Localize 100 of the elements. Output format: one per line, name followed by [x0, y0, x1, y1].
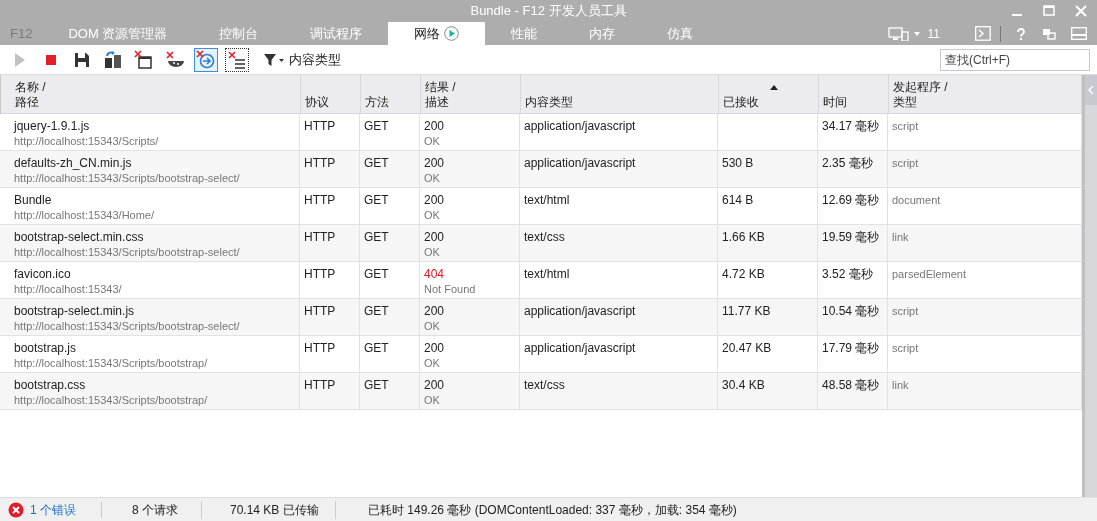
table-cell-text: GET: [364, 303, 390, 319]
tab[interactable]: 网络: [388, 22, 486, 45]
table-cell-text: GET: [364, 229, 390, 245]
status-text: OK: [424, 393, 441, 407]
status-text: OK: [424, 245, 441, 259]
file-path: http://localhost:15343/Scripts/bootstrap/: [14, 393, 209, 407]
column-header[interactable]: 已接收: [723, 95, 759, 110]
filter-icon: [263, 52, 285, 67]
file-name: bootstrap.css: [14, 377, 87, 393]
caret-icon: [913, 31, 920, 36]
maximize-icon[interactable]: [1043, 5, 1055, 17]
file-name: bootstrap-select.min.js: [14, 303, 136, 319]
recording-icon: [444, 26, 460, 41]
table-cell-text: 19.59 毫秒: [822, 229, 881, 245]
content-type-filter[interactable]: 内容类型: [263, 49, 341, 70]
table-cell-text: 4.72 KB: [722, 266, 766, 282]
search-field[interactable]: 查找(Ctrl+F): [940, 48, 1090, 71]
table-cell-text: text/css: [524, 377, 566, 393]
table-cell-text: HTTP: [304, 340, 337, 356]
table-cell-text: HTTP: [304, 303, 337, 319]
table-cell-text: text/html: [524, 192, 571, 208]
status-code: 200: [424, 229, 446, 245]
status-text: OK: [424, 208, 441, 222]
file-name: favicon.ico: [14, 266, 72, 282]
table-cell-text: document: [892, 193, 942, 208]
table-cell-text: HTTP: [304, 266, 337, 282]
table-cell-text: 30.4 KB: [722, 377, 766, 393]
sort-arrow-icon: [770, 85, 778, 90]
table-cell-text: 3.52 毫秒: [822, 266, 874, 282]
table-cell-text: HTTP: [304, 377, 337, 393]
file-path: http://localhost:15343/Scripts/bootstrap-select/: [14, 319, 241, 333]
transferred-size: 70.14 KB 已传输: [202, 500, 336, 519]
column-header[interactable]: 方法: [365, 95, 389, 110]
table-cell-text: script: [892, 304, 920, 319]
table-cell-text: script: [892, 119, 920, 134]
status-text: OK: [424, 319, 441, 333]
table-cell-text: parsedElement: [892, 267, 967, 282]
table-cell-text: 1.66 KB: [722, 229, 766, 245]
status-text: OK: [424, 134, 441, 148]
file-name: Bundle: [14, 192, 53, 208]
table-cell-text: HTTP: [304, 118, 337, 134]
table-cell-text: link: [892, 378, 910, 393]
table-cell-text: 34.17 毫秒: [822, 118, 881, 134]
status-code: 404: [424, 266, 446, 282]
column-header[interactable]: 内容类型: [525, 95, 573, 110]
status-code: 200: [424, 377, 446, 393]
table-cell-text: application/javascript: [524, 118, 637, 134]
status-code: 200: [424, 340, 446, 356]
table-cell-text: GET: [364, 340, 390, 356]
table-cell-text: 614 B: [722, 192, 755, 208]
table-cell-text: 48.58 毫秒: [822, 377, 881, 393]
file-path: http://localhost:15343/Scripts/bootstrap/: [14, 356, 209, 370]
timing-summary: 已耗时 149.26 毫秒 (DOMContentLoaded: 337 毫秒，加载: 354 毫秒): [367, 501, 737, 519]
column-header[interactable]: 名称 / 路径: [15, 80, 46, 110]
console-icon[interactable]: [974, 25, 992, 42]
column-header[interactable]: 发起程序 / 类型: [893, 80, 948, 110]
table-cell-text: 10.54 毫秒: [822, 303, 881, 319]
table-cell-text: GET: [364, 155, 390, 171]
monitor-icon: [887, 26, 910, 41]
request-count: 8 个请求: [102, 500, 202, 519]
column-header[interactable]: 协议: [305, 95, 329, 110]
file-name: defaults-zh_CN.min.js: [14, 155, 133, 171]
file-path: http://localhost:15343/: [14, 282, 123, 296]
table-cell-text: 20.47 KB: [722, 340, 773, 356]
status-code: 200: [424, 118, 446, 134]
column-header[interactable]: 结果 / 描述: [425, 80, 456, 110]
table-cell-text: HTTP: [304, 155, 337, 171]
close-icon[interactable]: [1075, 5, 1087, 17]
file-path: http://localhost:15343/Home/: [14, 208, 156, 222]
table-cell-text: HTTP: [304, 192, 337, 208]
error-count-link[interactable]: 1 个错误: [30, 500, 76, 519]
file-name: bootstrap-select.min.css: [14, 229, 145, 245]
status-code: 200: [424, 303, 446, 319]
status-code: 200: [424, 155, 446, 171]
chevron-icon[interactable]: [1085, 75, 1097, 105]
window-title: Bundle - F12 开发人员工具: [470, 2, 627, 21]
table-cell-text: script: [892, 341, 920, 356]
clear-list-icon[interactable]: [225, 47, 249, 72]
table-cell-text: GET: [364, 192, 390, 208]
table-cell-text: application/javascript: [524, 340, 637, 356]
error-icon: [8, 501, 24, 518]
table-cell-text: 11.77 KB: [722, 303, 772, 319]
file-path: http://localhost:15343/Scripts/bootstrap-select/: [14, 171, 241, 185]
file-path: http://localhost:15343/Scripts/bootstrap-select/: [14, 245, 241, 259]
table-cell-text: 2.35 毫秒: [822, 155, 874, 171]
table-cell-text: 12.69 毫秒: [822, 192, 881, 208]
table-cell-text: HTTP: [304, 229, 337, 245]
table-cell-text: script: [892, 156, 920, 171]
status-text: OK: [424, 171, 441, 185]
table-cell-text: GET: [364, 118, 390, 134]
status-text: Not Found: [424, 282, 477, 296]
table-cell-text: GET: [364, 377, 390, 393]
table-cell-text: link: [892, 230, 910, 245]
table-cell-text: 17.79 毫秒: [822, 340, 881, 356]
column-header[interactable]: 时间: [823, 95, 847, 110]
table-cell-text: text/css: [524, 229, 566, 245]
status-text: OK: [424, 356, 441, 370]
table-cell-text: text/html: [524, 266, 571, 282]
status-code: 200: [424, 192, 446, 208]
file-path: http://localhost:15343/Scripts/: [14, 134, 160, 148]
